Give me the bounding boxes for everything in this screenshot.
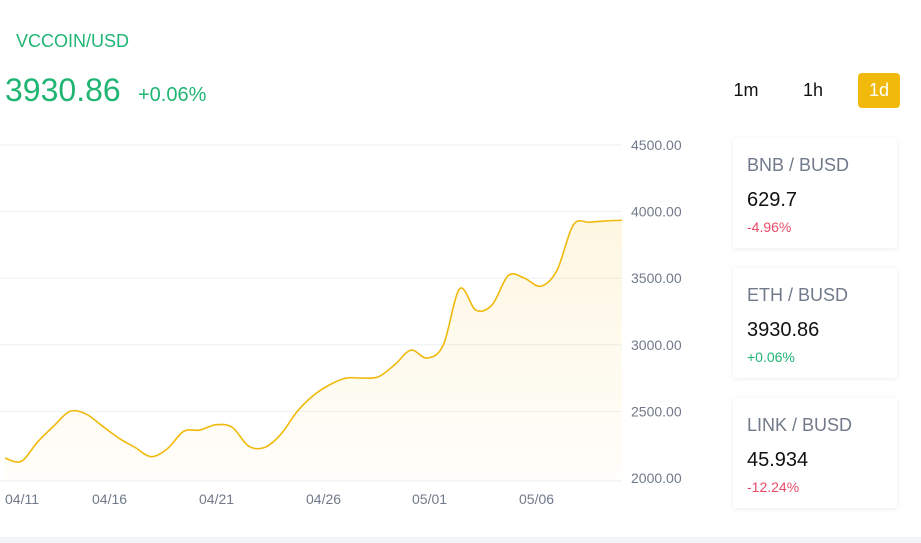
x-tick-label: 05/06	[519, 491, 554, 507]
x-tick-label: 05/01	[412, 491, 447, 507]
x-tick-label: 04/21	[199, 491, 234, 507]
x-tick-label: 04/16	[92, 491, 127, 507]
ticker-change: -4.96%	[747, 219, 792, 235]
ticker-change: -12.24%	[747, 479, 800, 495]
ticker-price: 3930.86	[747, 319, 820, 341]
ticker-pair: BNB / BUSD	[747, 155, 850, 175]
y-tick-label: 2000.00	[631, 470, 682, 486]
ticker-price: 45.934	[747, 449, 809, 471]
timeframe-1h-button[interactable]: 1h	[792, 73, 834, 108]
timeframe-1d-button[interactable]: 1d	[858, 73, 900, 108]
y-tick-label: 3500.00	[631, 270, 682, 286]
timeframe-1m-button[interactable]: 1m	[725, 73, 767, 108]
bottom-divider	[0, 537, 921, 543]
y-tick-label: 3000.00	[631, 337, 682, 353]
ticker-pair: LINK / BUSD	[747, 415, 853, 435]
y-tick-label: 4500.00	[631, 137, 682, 153]
ticker-card-eth[interactable]: ETH / BUSD 3930.86 +0.06%	[733, 268, 897, 378]
series-area	[5, 220, 622, 481]
y-tick-label: 4000.00	[631, 204, 682, 220]
ticker-card-bnb[interactable]: BNB / BUSD 629.7 -4.96%	[733, 138, 897, 248]
price-chart: 4500.00 4000.00 3500.00 3000.00 2500.00 2000.…	[0, 137, 682, 507]
x-tick-label: 04/11	[5, 491, 39, 507]
pair-title: VCCOIN/USD	[16, 31, 130, 51]
price-change: +0.06%	[138, 84, 207, 106]
current-price: 3930.86	[5, 72, 121, 108]
ticker-pair: ETH / BUSD	[747, 285, 849, 305]
ticker-change: +0.06%	[747, 349, 795, 365]
y-tick-label: 2500.00	[631, 403, 682, 419]
x-tick-label: 04/26	[306, 491, 341, 507]
ticker-card-link[interactable]: LINK / BUSD 45.934 -12.24%	[733, 398, 897, 508]
ticker-price: 629.7	[747, 189, 798, 211]
